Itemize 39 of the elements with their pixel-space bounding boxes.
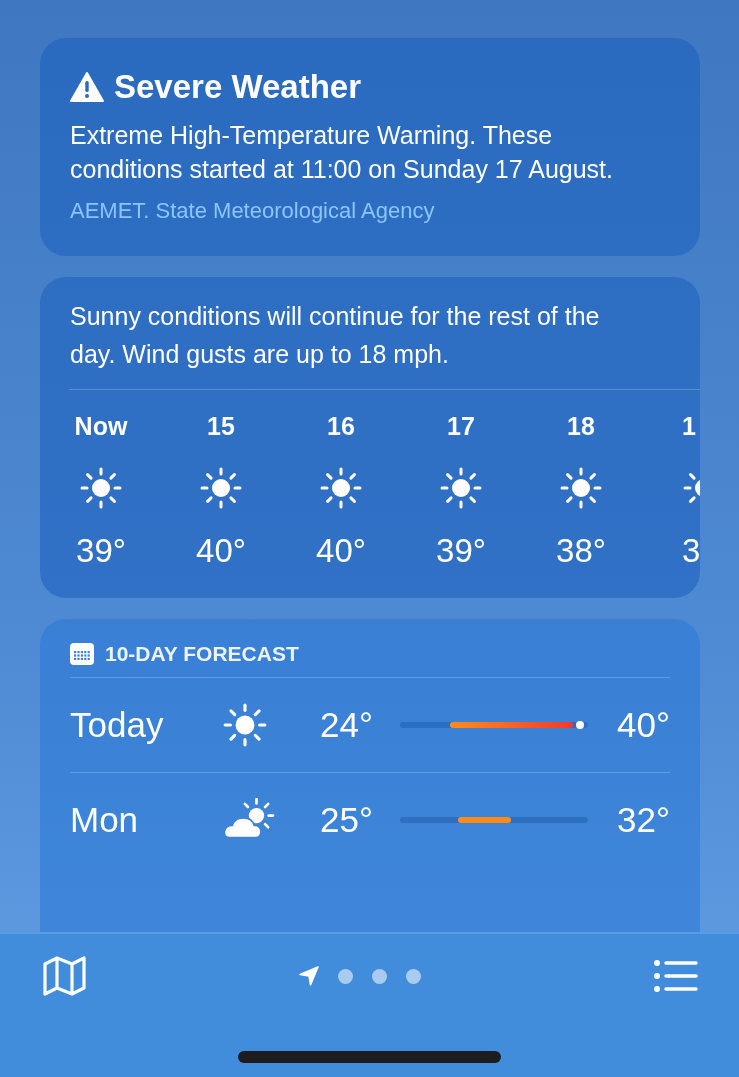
hour-temperature: 38°: [556, 532, 606, 570]
page-dot[interactable]: [406, 968, 421, 984]
sun-icon: [199, 466, 243, 510]
hour-temperature: 40°: [316, 532, 366, 570]
alert-card[interactable]: Severe Weather Extreme High-Temperature Warning. These conditions started at 11:00 on Sunday 17 August. AEMET. State Meteorological Agency: [40, 38, 700, 256]
forecast-title: 10-DAY FORECAST: [105, 642, 299, 666]
high-temperature: 40°: [616, 705, 670, 745]
temperature-range-bar: [457, 817, 512, 823]
low-temperature: 24°: [320, 705, 374, 745]
day-label: Today: [70, 705, 165, 745]
high-temperature: 32°: [616, 800, 670, 840]
sun-icon: [439, 466, 483, 510]
hour-label: Now: [74, 412, 128, 442]
calendar-icon: [70, 643, 94, 665]
sun-icon: [319, 466, 363, 510]
hour-label: 1: [682, 412, 696, 442]
map-icon[interactable]: [43, 956, 86, 996]
page-dot[interactable]: [338, 968, 353, 984]
alert-source: AEMET. State Meteorological Agency: [70, 197, 436, 225]
page-dot[interactable]: [372, 968, 387, 984]
hour-label: 18: [567, 412, 595, 442]
hour-label: 17: [447, 412, 475, 442]
sun-icon: [559, 466, 603, 510]
alert-title: Severe Weather: [114, 68, 362, 106]
hour-label: 15: [207, 412, 235, 442]
sun-icon: [79, 466, 123, 510]
location-arrow-icon[interactable]: [299, 966, 319, 986]
low-temperature: 25°: [320, 800, 374, 840]
list-icon[interactable]: [654, 960, 698, 992]
hour-temperature: 40°: [196, 532, 246, 570]
sun-icon: [222, 702, 268, 748]
conditions-summary: Sunny conditions will continue for the rest of the day. Wind gusts are up to 18 mph.: [70, 301, 601, 370]
hour-label: 16: [327, 412, 355, 442]
alert-message: Extreme High-Temperature Warning. These conditions started at 11:00 on Sunday 17 August.: [70, 120, 614, 185]
warning-icon: [70, 72, 104, 102]
hour-temperature: 39°: [436, 532, 486, 570]
hour-temperature: 3: [682, 532, 700, 570]
day-label: Mon: [70, 800, 140, 840]
hour-temperature: 39°: [76, 532, 126, 570]
